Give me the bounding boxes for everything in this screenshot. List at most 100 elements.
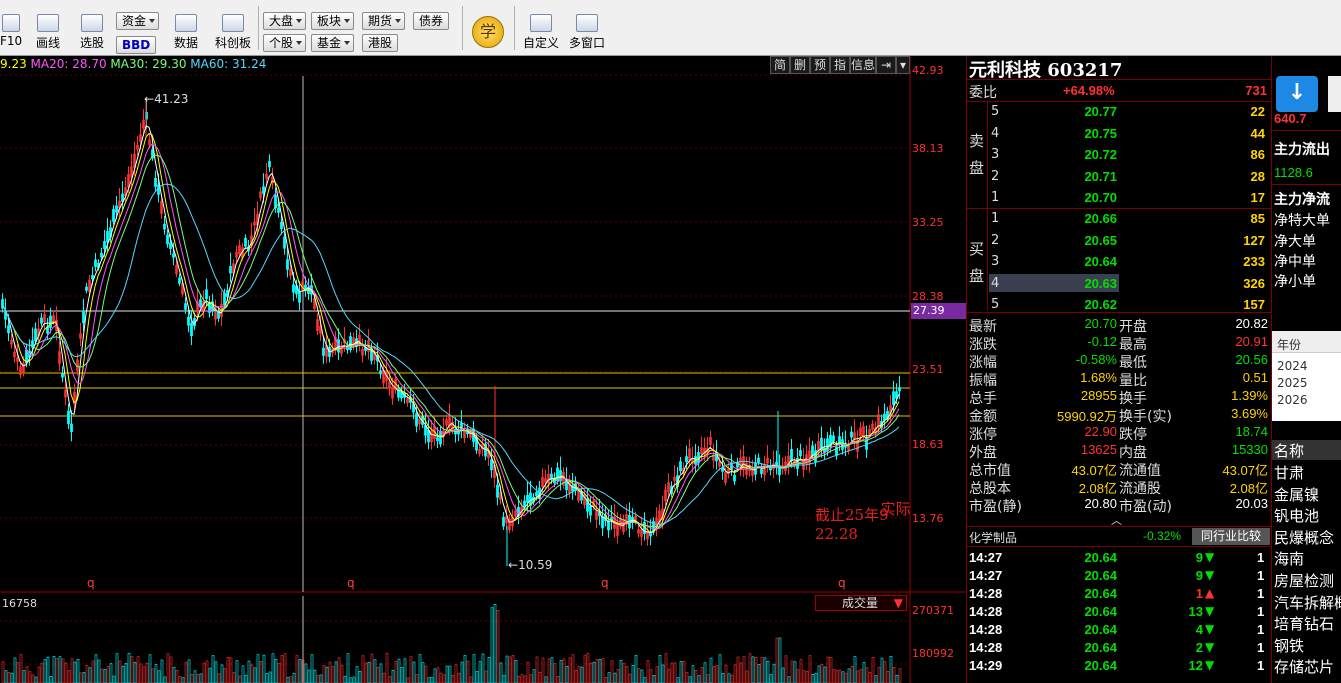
tick-volume: 1 xyxy=(1195,586,1203,601)
volume-bar xyxy=(259,661,263,683)
candle-body xyxy=(157,184,160,195)
candle-body xyxy=(379,370,382,375)
stat-label: 涨幅 xyxy=(969,355,997,371)
sector-dropdown[interactable]: 板块 xyxy=(311,12,355,30)
kline-svg[interactable] xyxy=(0,56,966,683)
tab-simple[interactable]: 简 xyxy=(770,56,790,74)
volume-bar xyxy=(379,663,383,683)
bid-row-price[interactable]: 20.63 xyxy=(1037,276,1117,291)
stat-value: 22.90 xyxy=(1084,424,1117,439)
multi-window-button[interactable]: 多窗口 xyxy=(566,14,608,51)
bid-row-price[interactable]: 20.65 xyxy=(1037,233,1117,248)
candle-body xyxy=(103,241,106,249)
hk-stocks-button[interactable]: 港股 xyxy=(362,34,399,52)
year-selector[interactable]: 年份 2024 2025 2026 xyxy=(1272,331,1341,421)
concept-item[interactable]: 钒电池 xyxy=(1274,505,1319,526)
volume-bar xyxy=(649,669,653,683)
tab-forecast[interactable]: 预 xyxy=(810,56,830,74)
volume-bar xyxy=(886,671,890,683)
volume-bar xyxy=(73,661,77,683)
draw-line-button[interactable]: 画线 xyxy=(30,14,66,51)
volume-bar xyxy=(706,674,710,683)
concept-item[interactable]: 金属镍 xyxy=(1274,484,1319,505)
candle-body xyxy=(811,445,814,456)
volume-bar xyxy=(337,657,341,683)
stat-value: 5990.92万 xyxy=(1057,409,1117,424)
ask-row-price[interactable]: 20.70 xyxy=(1037,190,1117,205)
volume-bar xyxy=(691,665,695,683)
candle-body xyxy=(322,347,325,356)
concept-item[interactable]: 钢铁 xyxy=(1274,635,1304,656)
market-dropdown[interactable]: 大盘 xyxy=(263,12,307,30)
ask-row-price[interactable]: 20.71 xyxy=(1037,169,1117,184)
volume-bar xyxy=(688,676,692,683)
year-option[interactable]: 2026 xyxy=(1277,393,1308,407)
bid-row-price[interactable]: 20.66 xyxy=(1037,211,1117,226)
divider xyxy=(1272,130,1341,131)
volume-bar xyxy=(823,666,827,683)
f10-button[interactable]: F10 xyxy=(0,14,22,48)
concept-item[interactable]: 汽车拆解概 xyxy=(1274,592,1341,613)
webi-label: 委比 xyxy=(969,85,997,101)
custom-button[interactable]: 自定义 xyxy=(520,14,562,51)
volume-bar xyxy=(532,669,536,683)
year-option[interactable]: 2025 xyxy=(1277,376,1308,390)
concept-item[interactable]: 培育钻石 xyxy=(1274,613,1334,634)
ask-row-price[interactable]: 20.77 xyxy=(1037,104,1117,119)
volume-bar xyxy=(787,676,791,683)
volume-bar xyxy=(157,670,161,683)
bbd-button[interactable]: BBD xyxy=(116,36,157,54)
concept-item[interactable]: 甘肃 xyxy=(1274,462,1304,483)
concept-item[interactable]: 存储芯片 xyxy=(1274,656,1334,677)
volume-bar xyxy=(700,667,704,683)
candle-body xyxy=(100,252,103,258)
ask-row-level: 4 xyxy=(991,125,1000,141)
ask-row-price[interactable]: 20.75 xyxy=(1037,126,1117,141)
divider xyxy=(967,79,1272,80)
capital-dropdown[interactable]: 资金 xyxy=(116,12,160,30)
volume-bar xyxy=(499,662,503,683)
star-market-button[interactable]: 科创板 xyxy=(212,14,254,51)
volume-bar xyxy=(703,662,707,683)
stock-dropdown[interactable]: 个股 xyxy=(263,34,307,52)
tab-menu[interactable]: ▾ xyxy=(896,56,910,74)
volume-bar xyxy=(727,673,731,683)
volume-bar xyxy=(223,668,227,683)
bid-row-volume: 157 xyxy=(1243,297,1265,312)
stock-picker-button[interactable]: 选股 xyxy=(74,14,110,51)
bonds-button[interactable]: 债券 xyxy=(413,12,450,30)
download-arrow-icon[interactable]: ↓ xyxy=(1276,76,1318,112)
scroll-handle[interactable] xyxy=(1328,76,1341,112)
divider xyxy=(987,101,988,311)
volume-bar xyxy=(685,672,689,683)
concept-item[interactable]: 民爆概念 xyxy=(1274,527,1334,548)
volume-bar xyxy=(484,670,488,683)
tab-expand[interactable]: ⇥ xyxy=(876,56,896,74)
bid-row-price[interactable]: 20.64 xyxy=(1037,254,1117,269)
tab-delete[interactable]: 删 xyxy=(790,56,810,74)
ask-row-price[interactable]: 20.72 xyxy=(1037,147,1117,162)
candle-body xyxy=(490,459,493,471)
learn-button[interactable]: 学 xyxy=(472,16,504,48)
tab-indicator[interactable]: 指 xyxy=(830,56,850,74)
volume-axis-label: 180992 xyxy=(912,647,954,660)
kline-chart[interactable]: 9.23 MA20: 28.70 MA30: 29.30 MA60: 31.24… xyxy=(0,56,966,683)
volume-bar xyxy=(847,668,851,683)
volume-axis-label: 270371 xyxy=(912,604,954,617)
volume-indicator-select[interactable]: 成交量 ▼ xyxy=(815,595,907,611)
fund-dropdown[interactable]: 基金 xyxy=(311,34,355,52)
data-button[interactable]: 数据 xyxy=(166,14,206,51)
concept-item[interactable]: 海南 xyxy=(1274,548,1304,569)
volume-bar xyxy=(211,655,215,683)
bid-row-price[interactable]: 20.62 xyxy=(1037,297,1117,312)
volume-bar xyxy=(52,656,56,683)
tab-info[interactable]: 信息 xyxy=(850,56,876,74)
futures-dropdown[interactable]: 期货 xyxy=(362,12,406,30)
industry-compare-button[interactable]: 同行业比较 xyxy=(1192,528,1270,545)
stat-value: -0.58% xyxy=(1075,352,1117,367)
tick-extra: 1 xyxy=(1257,550,1265,565)
volume-bar xyxy=(268,671,272,683)
concept-item[interactable]: 房屋检测 xyxy=(1274,570,1334,591)
volume-bar xyxy=(115,653,119,683)
year-option[interactable]: 2024 xyxy=(1277,359,1308,373)
